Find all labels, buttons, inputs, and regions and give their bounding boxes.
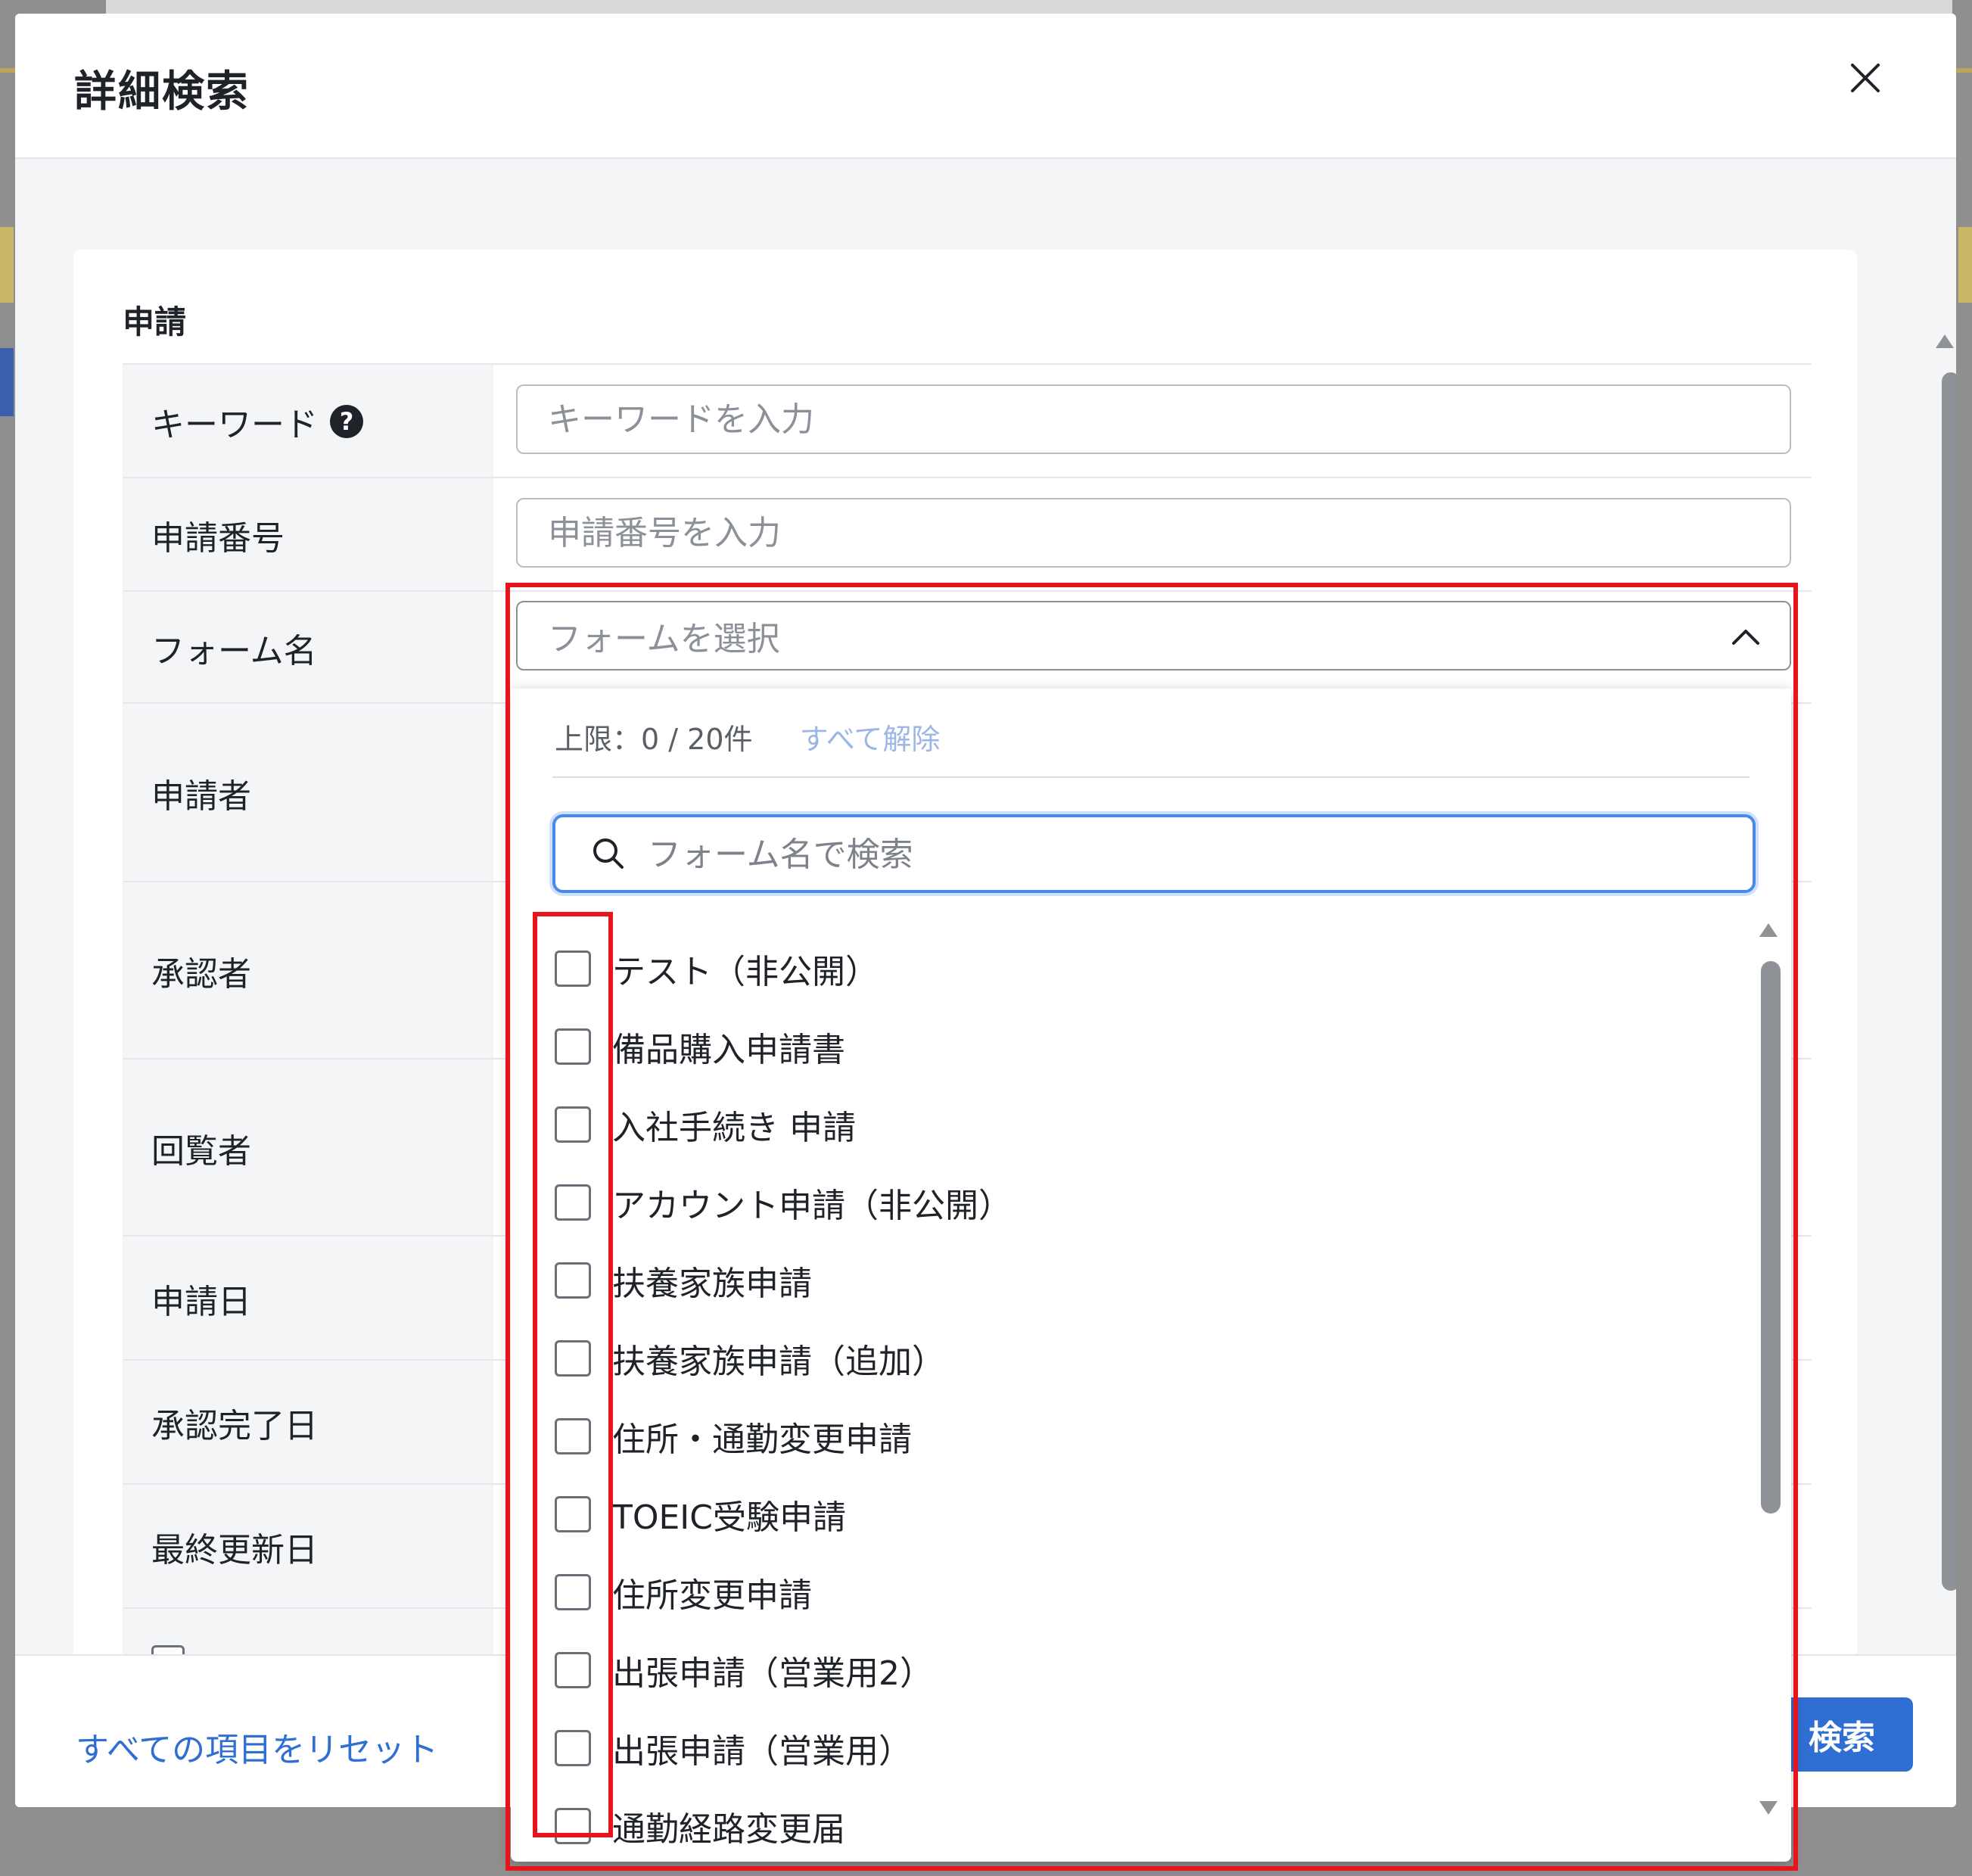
last-updated-label-text: 最終更新日 bbox=[151, 1531, 318, 1570]
modal-title: 詳細検索 bbox=[74, 67, 250, 117]
application-number-row: 申請番号 bbox=[123, 477, 1812, 592]
body-scroll-up-arrow[interactable] bbox=[1936, 334, 1954, 348]
keyword-input[interactable] bbox=[516, 384, 1791, 454]
approver-label: 承認者 bbox=[123, 882, 493, 1059]
background-page-nav bbox=[0, 348, 14, 416]
modal-header: 詳細検索 bbox=[15, 14, 1956, 159]
application-date-label-text: 申請日 bbox=[151, 1283, 251, 1321]
keyword-label: キーワード ? bbox=[123, 365, 493, 478]
section-title: 申請 bbox=[123, 303, 187, 341]
body-scrollbar-thumb[interactable] bbox=[1942, 372, 1956, 1591]
approval-complete-date-label-text: 承認完了日 bbox=[151, 1407, 318, 1445]
approval-complete-date-label: 承認完了日 bbox=[123, 1361, 493, 1485]
background-page-strip bbox=[0, 227, 14, 303]
applicant-label-text: 申請者 bbox=[151, 777, 251, 816]
help-icon[interactable]: ? bbox=[330, 405, 363, 438]
approver-label-text: 承認者 bbox=[151, 955, 251, 994]
form-name-label: フォーム名 bbox=[123, 592, 493, 704]
keyword-row: キーワード ? bbox=[123, 363, 1812, 478]
application-number-input[interactable] bbox=[516, 498, 1791, 568]
close-icon bbox=[1851, 64, 1880, 92]
form-name-label-text: フォーム名 bbox=[151, 632, 317, 670]
background-page-header bbox=[106, 0, 1952, 14]
close-button[interactable] bbox=[1839, 51, 1892, 104]
highlight-checkbox-column bbox=[533, 912, 613, 1837]
viewer-label-text: 回覧者 bbox=[151, 1132, 251, 1171]
background-page-strip-right bbox=[1958, 227, 1972, 303]
reset-all-link[interactable]: すべての項目をリセット bbox=[76, 1722, 438, 1771]
application-date-label: 申請日 bbox=[123, 1237, 493, 1361]
viewer-label: 回覧者 bbox=[123, 1059, 493, 1237]
last-updated-label: 最終更新日 bbox=[123, 1485, 493, 1609]
application-number-label: 申請番号 bbox=[123, 478, 493, 592]
applicant-label: 申請者 bbox=[123, 704, 493, 882]
keyword-label-text: キーワード bbox=[151, 406, 318, 444]
application-number-label-text: 申請番号 bbox=[151, 519, 285, 558]
highlight-dropdown-outline bbox=[505, 583, 1798, 1871]
